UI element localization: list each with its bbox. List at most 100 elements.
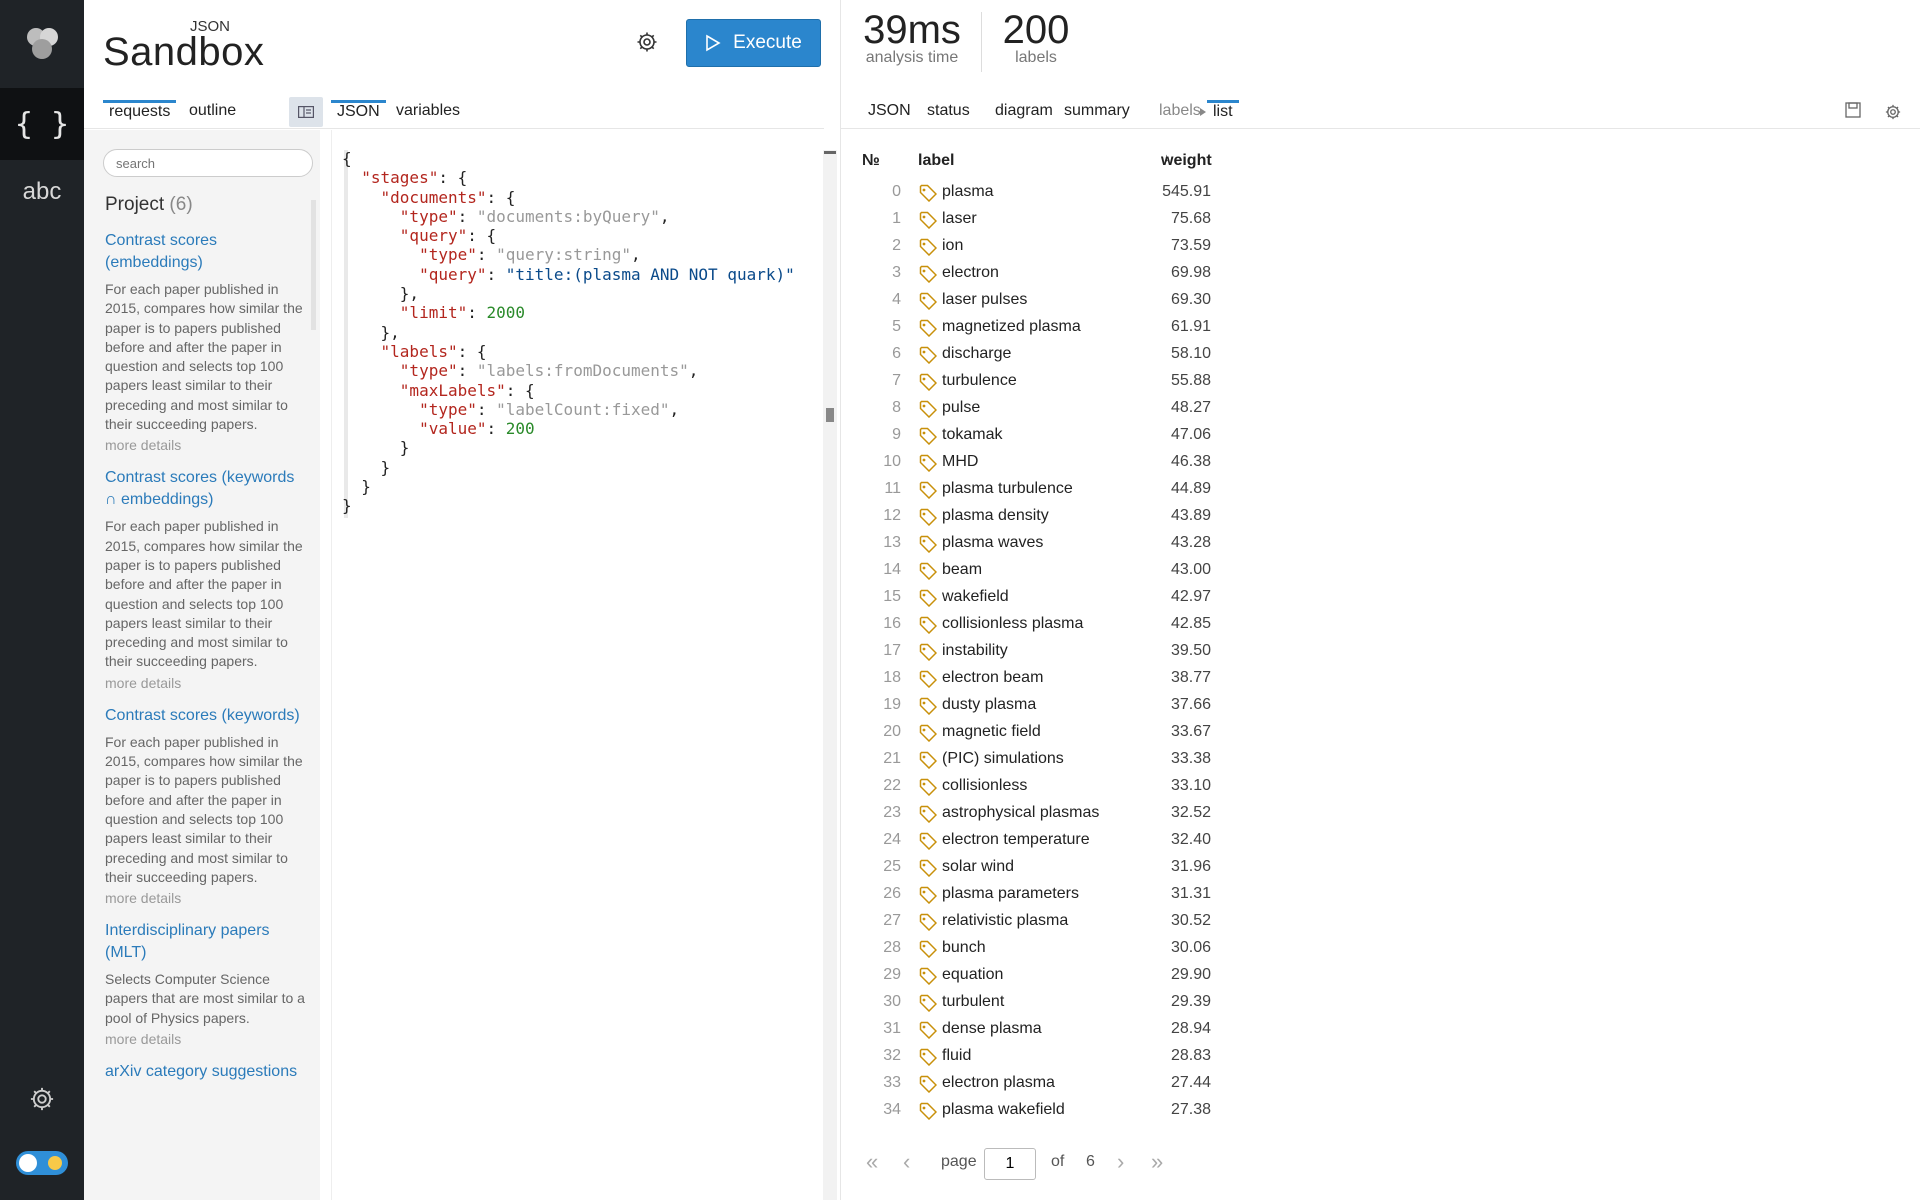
table-row[interactable]: 30 turbulent 29.39 (861, 990, 1281, 1017)
table-row[interactable]: 21 (PIC) simulations 33.38 (861, 747, 1281, 774)
row-label[interactable]: electron (942, 264, 999, 282)
json-editor[interactable]: { "stages": { "documents": { "type": "do… (331, 130, 823, 1200)
scroll-thumb[interactable] (826, 408, 834, 422)
tab-labels[interactable]: labels (1153, 100, 1207, 122)
row-label[interactable]: plasma (942, 183, 994, 201)
table-row[interactable]: 11 plasma turbulence 44.89 (861, 477, 1281, 504)
tab-summary[interactable]: summary (1058, 100, 1136, 122)
table-row[interactable]: 4 laser pulses 69.30 (861, 288, 1281, 315)
table-row[interactable]: 19 dusty plasma 37.66 (861, 693, 1281, 720)
tab-outline[interactable]: outline (183, 100, 242, 128)
tab-json[interactable]: JSON (331, 100, 386, 128)
gear-icon[interactable] (1884, 103, 1904, 123)
table-row[interactable]: 22 collisionless 33.10 (861, 774, 1281, 801)
table-row[interactable]: 0 plasma 545.91 (861, 180, 1281, 207)
next-page-icon[interactable]: › (1117, 1148, 1124, 1176)
table-row[interactable]: 9 tokamak 47.06 (861, 423, 1281, 450)
table-row[interactable]: 33 electron plasma 27.44 (861, 1071, 1281, 1098)
execute-button[interactable]: Execute (686, 19, 821, 67)
last-page-icon[interactable]: » (1151, 1148, 1163, 1176)
row-label[interactable]: collisionless plasma (942, 615, 1083, 633)
table-row[interactable]: 26 plasma parameters 31.31 (861, 882, 1281, 909)
row-label[interactable]: bunch (942, 939, 986, 957)
row-label[interactable]: solar wind (942, 858, 1014, 876)
row-label[interactable]: magnetic field (942, 723, 1041, 741)
text-nav[interactable]: abc (0, 156, 84, 228)
editor-scrollbar[interactable] (823, 150, 837, 1200)
table-row[interactable]: 1 laser 75.68 (861, 207, 1281, 234)
layout-toggle-icon[interactable] (289, 97, 323, 127)
table-row[interactable]: 14 beam 43.00 (861, 558, 1281, 585)
row-label[interactable]: beam (942, 561, 982, 579)
row-label[interactable]: (PIC) simulations (942, 750, 1064, 768)
row-label[interactable]: pulse (942, 399, 980, 417)
row-label[interactable]: laser pulses (942, 291, 1027, 309)
tab-diagram[interactable]: diagram (989, 100, 1059, 122)
row-label[interactable]: plasma turbulence (942, 480, 1073, 498)
save-icon[interactable] (1844, 101, 1864, 121)
tab-status[interactable]: status (921, 100, 976, 122)
prev-page-icon[interactable]: ‹ (903, 1148, 910, 1176)
table-row[interactable]: 29 equation 29.90 (861, 963, 1281, 990)
page-input[interactable] (984, 1148, 1036, 1180)
row-label[interactable]: turbulence (942, 372, 1017, 390)
row-label[interactable]: dusty plasma (942, 696, 1036, 714)
row-label[interactable]: equation (942, 966, 1003, 984)
row-label[interactable]: electron beam (942, 669, 1043, 687)
tab-result-json[interactable]: JSON (862, 100, 917, 122)
row-label[interactable]: electron temperature (942, 831, 1090, 849)
project-item-title[interactable]: Interdisciplinary papers (MLT) (105, 920, 305, 964)
table-row[interactable]: 17 instability 39.50 (861, 639, 1281, 666)
row-label[interactable]: instability (942, 642, 1008, 660)
table-row[interactable]: 28 bunch 30.06 (861, 936, 1281, 963)
table-row[interactable]: 3 electron 69.98 (861, 261, 1281, 288)
table-row[interactable]: 27 relativistic plasma 30.52 (861, 909, 1281, 936)
table-row[interactable]: 16 collisionless plasma 42.85 (861, 612, 1281, 639)
app-logo-icon[interactable] (0, 8, 84, 80)
tab-requests[interactable]: requests (103, 100, 177, 128)
project-item-title[interactable]: Contrast scores (keywords) (105, 705, 305, 727)
row-label[interactable]: plasma parameters (942, 885, 1079, 903)
table-row[interactable]: 32 fluid 28.83 (861, 1044, 1281, 1071)
table-row[interactable]: 8 pulse 48.27 (861, 396, 1281, 423)
table-row[interactable]: 24 electron temperature 32.40 (861, 828, 1281, 855)
row-label[interactable]: wakefield (942, 588, 1009, 606)
row-label[interactable]: plasma waves (942, 534, 1043, 552)
row-label[interactable]: laser (942, 210, 977, 228)
project-item-title[interactable]: Contrast scores (keywords ∩ embeddings) (105, 467, 305, 511)
row-label[interactable]: plasma density (942, 507, 1049, 525)
table-row[interactable]: 23 astrophysical plasmas 32.52 (861, 801, 1281, 828)
row-label[interactable]: dense plasma (942, 1020, 1042, 1038)
project-item-title[interactable]: Contrast scores (embeddings) (105, 230, 305, 274)
col-label[interactable]: label (918, 152, 954, 170)
row-label[interactable]: astrophysical plasmas (942, 804, 1099, 822)
tab-variables[interactable]: variables (390, 100, 466, 128)
search-input[interactable] (103, 149, 313, 177)
row-label[interactable]: discharge (942, 345, 1011, 363)
row-label[interactable]: relativistic plasma (942, 912, 1068, 930)
theme-toggle[interactable] (16, 1151, 68, 1175)
table-row[interactable]: 34 plasma wakefield 27.38 (861, 1098, 1281, 1125)
table-row[interactable]: 2 ion 73.59 (861, 234, 1281, 261)
project-item-title[interactable]: arXiv category suggestions (105, 1061, 305, 1083)
more-details-link[interactable]: more details (105, 890, 305, 906)
tab-list[interactable]: list (1207, 100, 1239, 123)
table-row[interactable]: 18 electron beam 38.77 (861, 666, 1281, 693)
settings-gear-icon[interactable] (635, 30, 663, 58)
row-label[interactable]: ion (942, 237, 963, 255)
row-label[interactable]: tokamak (942, 426, 1002, 444)
table-row[interactable]: 7 turbulence 55.88 (861, 369, 1281, 396)
row-label[interactable]: fluid (942, 1047, 971, 1065)
row-label[interactable]: electron plasma (942, 1074, 1055, 1092)
editor-code[interactable]: { "stages": { "documents": { "type": "do… (342, 149, 795, 516)
table-row[interactable]: 5 magnetized plasma 61.91 (861, 315, 1281, 342)
table-row[interactable]: 12 plasma density 43.89 (861, 504, 1281, 531)
more-details-link[interactable]: more details (105, 437, 305, 453)
row-label[interactable]: magnetized plasma (942, 318, 1081, 336)
table-row[interactable]: 15 wakefield 42.97 (861, 585, 1281, 612)
row-label[interactable]: collisionless (942, 777, 1027, 795)
more-details-link[interactable]: more details (105, 1031, 305, 1047)
first-page-icon[interactable]: « (866, 1148, 878, 1176)
table-row[interactable]: 10 MHD 46.38 (861, 450, 1281, 477)
table-row[interactable]: 13 plasma waves 43.28 (861, 531, 1281, 558)
